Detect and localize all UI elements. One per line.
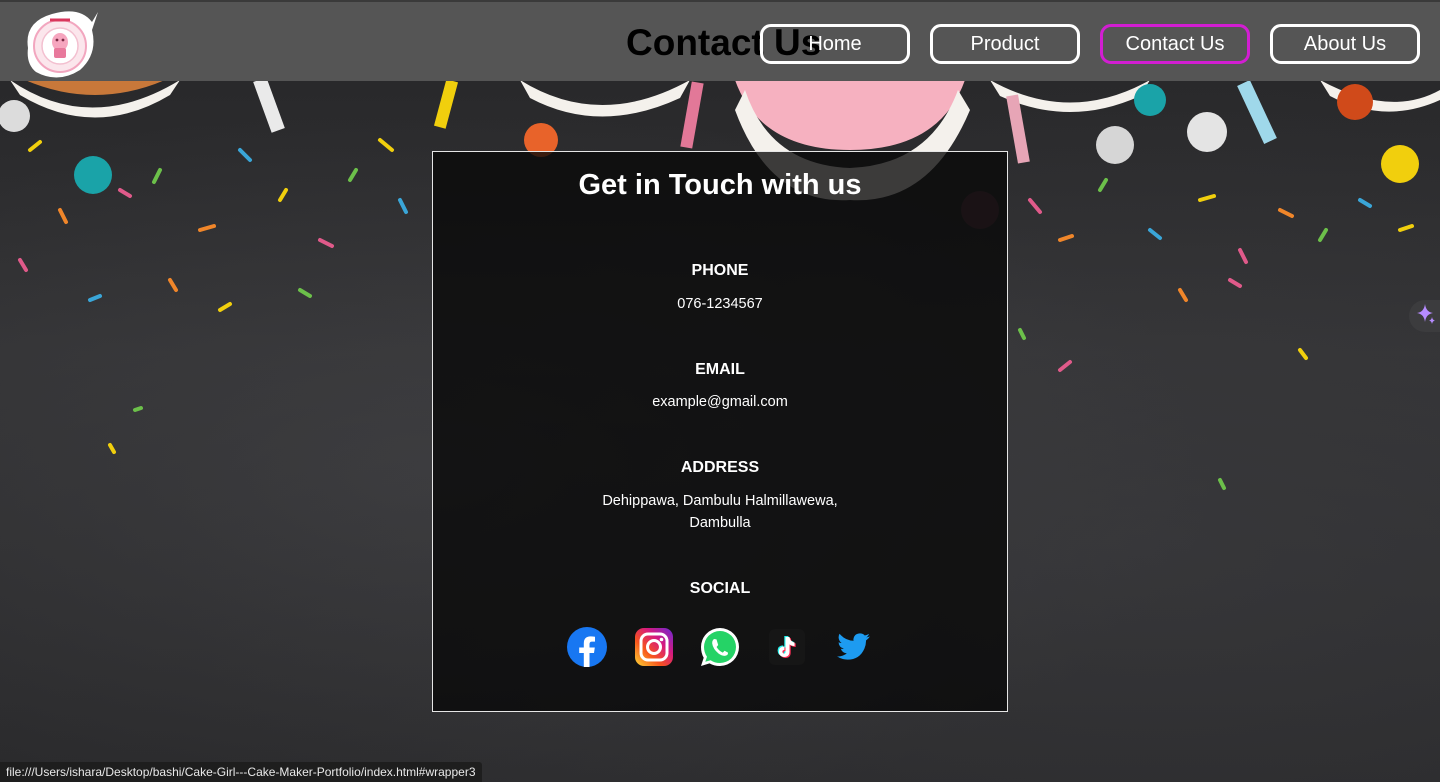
phone-label: PHONE xyxy=(691,262,749,279)
tiktok-icon[interactable] xyxy=(766,626,808,668)
address-label: ADDRESS xyxy=(680,459,760,476)
top-navbar: Contact Us Home Product Contact Us About… xyxy=(0,0,1440,81)
nav-about-us-button[interactable]: About Us xyxy=(1270,24,1420,64)
nav-product-button[interactable]: Product xyxy=(930,24,1080,64)
social-label: SOCIAL xyxy=(689,580,751,597)
email-value: example@gmail.com xyxy=(652,394,788,410)
address-value: Dehippawa, Dambulu Halmillawewa, Dambull… xyxy=(585,490,855,534)
contact-card-title: Get in Touch with us xyxy=(578,169,862,201)
email-label: EMAIL xyxy=(695,361,745,378)
sparkle-icon xyxy=(1413,302,1437,331)
address-line-2: Dambulla xyxy=(689,515,751,531)
twitter-icon[interactable] xyxy=(832,626,874,668)
browser-status-url: file:///Users/ishara/Desktop/bashi/Cake-… xyxy=(0,762,482,782)
contact-card: Get in Touch with us PHONE 076-1234567 E… xyxy=(432,151,1008,712)
whatsapp-icon[interactable] xyxy=(699,626,741,668)
facebook-icon[interactable] xyxy=(566,626,608,668)
phone-value: 076-1234567 xyxy=(677,296,763,312)
nav-home-button[interactable]: Home xyxy=(760,24,910,64)
social-links xyxy=(433,626,1007,668)
cake-girl-logo-icon[interactable] xyxy=(22,8,98,80)
instagram-icon[interactable] xyxy=(633,626,675,668)
sparkle-assistant-button[interactable] xyxy=(1409,300,1440,332)
nav-contact-us-button[interactable]: Contact Us xyxy=(1100,24,1250,64)
address-line-1: Dehippawa, Dambulu Halmillawewa, xyxy=(602,493,838,509)
